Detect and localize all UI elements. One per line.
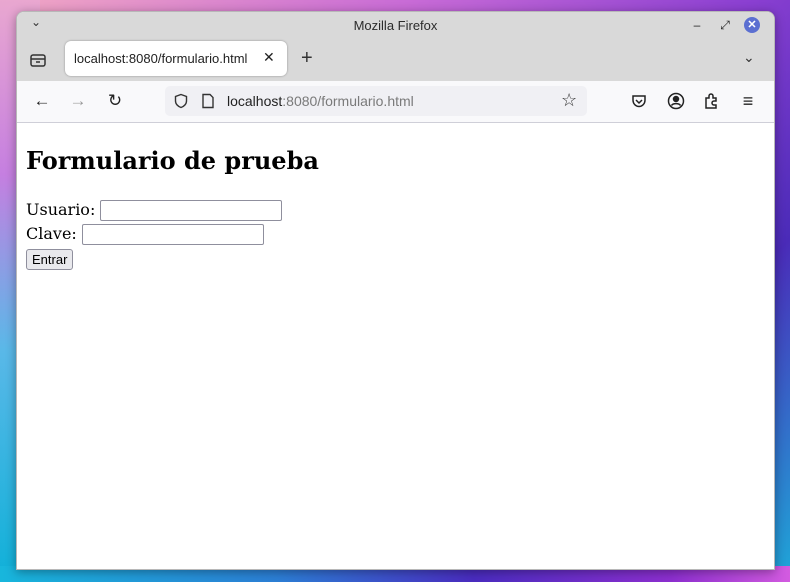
address-bar[interactable]: localhost:8080/formulario.html ☆ bbox=[165, 86, 587, 116]
page-content: Formulario de prueba Usuario: Clave: Ent… bbox=[17, 123, 774, 569]
forward-button[interactable]: → bbox=[68, 91, 88, 111]
tab-formulario[interactable]: localhost:8080/formulario.html ✕ bbox=[65, 41, 287, 76]
extensions-puzzle-icon[interactable] bbox=[702, 91, 722, 111]
url-text[interactable]: localhost:8080/formulario.html bbox=[227, 93, 414, 109]
username-row: Usuario: bbox=[26, 200, 283, 221]
title-bar: ⌄ Mozilla Firefox – ⤢ ✕ bbox=[17, 12, 774, 41]
new-tab-button[interactable]: + bbox=[301, 47, 313, 70]
list-all-tabs-chevron-icon[interactable]: ⌄ bbox=[743, 49, 755, 66]
tracking-protection-shield-icon[interactable] bbox=[173, 93, 189, 109]
tab-label: localhost:8080/formulario.html bbox=[74, 51, 248, 66]
firefox-view-icon[interactable] bbox=[29, 51, 47, 69]
app-menu-hamburger-icon[interactable]: ≡ bbox=[738, 91, 758, 111]
close-window-button[interactable]: ✕ bbox=[744, 17, 760, 33]
tab-close-icon[interactable]: ✕ bbox=[263, 49, 275, 66]
bookmark-star-icon[interactable]: ☆ bbox=[561, 90, 577, 111]
url-host: localhost bbox=[227, 93, 283, 109]
page-info-icon[interactable] bbox=[201, 93, 215, 109]
account-icon[interactable] bbox=[666, 91, 686, 111]
reload-button[interactable]: ↻ bbox=[105, 91, 125, 111]
back-button[interactable]: ← bbox=[32, 91, 52, 111]
password-row: Clave: bbox=[26, 224, 264, 245]
url-path: :8080/formulario.html bbox=[282, 93, 414, 109]
page-heading: Formulario de prueba bbox=[26, 146, 319, 175]
submit-button[interactable]: Entrar bbox=[26, 249, 74, 270]
maximize-button[interactable]: ⤢ bbox=[717, 17, 733, 33]
username-input[interactable] bbox=[100, 200, 283, 221]
password-label: Clave: bbox=[26, 224, 77, 243]
password-input[interactable] bbox=[81, 224, 264, 245]
window-title: Mozilla Firefox bbox=[353, 18, 438, 33]
navigation-toolbar: ← → ↻ localhost:8080/formulario.html ☆ ≡ bbox=[17, 81, 774, 123]
tab-bar: localhost:8080/formulario.html ✕ + ⌄ bbox=[17, 41, 774, 81]
username-label: Usuario: bbox=[26, 200, 96, 219]
pocket-icon[interactable] bbox=[629, 91, 649, 111]
minimize-button[interactable]: – bbox=[689, 17, 705, 33]
firefox-window: ⌄ Mozilla Firefox – ⤢ ✕ localhost:8080/f… bbox=[16, 11, 775, 570]
